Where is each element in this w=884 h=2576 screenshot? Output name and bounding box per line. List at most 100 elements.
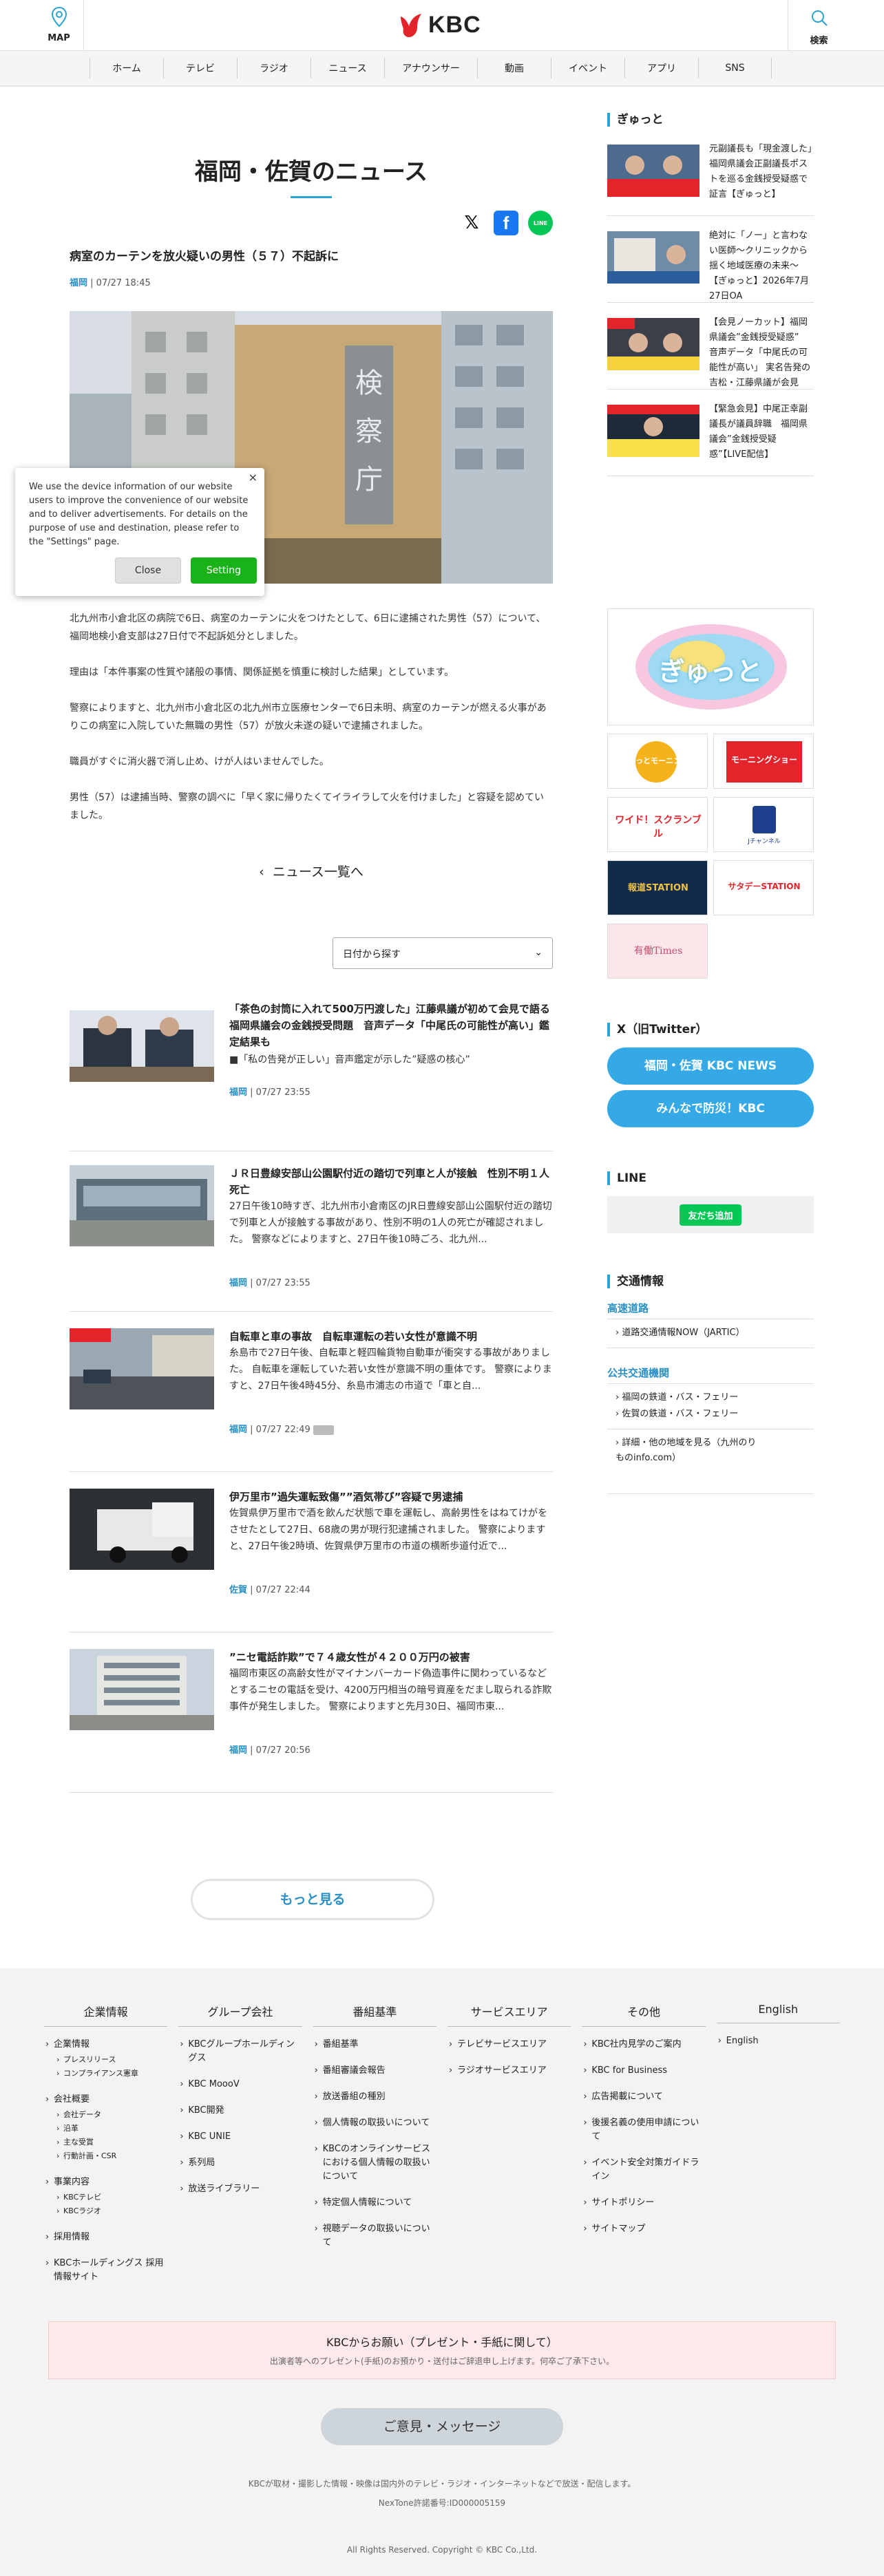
news-desc: ■「私の告発が正しい」音声鑑定が示した”疑惑の核心”	[229, 1054, 470, 1065]
goodmorning-banner[interactable]: ぐっとモーニング	[607, 734, 708, 789]
gyutto-heading: ぎゅっと	[607, 113, 814, 127]
transit-heading[interactable]: 公共交通機関	[607, 1365, 669, 1380]
footer-link[interactable]: 番組審議会報告	[313, 2064, 436, 2078]
footer-link[interactable]: テレビサービスエリア	[448, 2038, 571, 2052]
udotimes-banner[interactable]: 有働Times	[607, 924, 708, 979]
fukuoka-transit-link[interactable]: › 福岡の鉄道・バス・フェリー	[607, 1390, 814, 1405]
map-button[interactable]: MAP	[34, 0, 84, 51]
footer-link[interactable]: English	[717, 2034, 840, 2048]
footer-link[interactable]: 放送番組の種別	[313, 2090, 436, 2104]
nav-tv[interactable]: テレビ	[163, 58, 237, 78]
footer-sublink[interactable]: 主な受賞	[44, 2136, 167, 2149]
nav-app[interactable]: アプリ	[624, 58, 698, 78]
footer-sublink[interactable]: プレスリリース	[44, 2053, 167, 2067]
saga-transit-link[interactable]: › 佐賀の鉄道・バス・フェリー	[607, 1407, 814, 1422]
footer-link[interactable]: 番組基準	[313, 2038, 436, 2052]
footer-link[interactable]: KBCのオンラインサービスにおける個人情報の取扱いについて	[313, 2142, 436, 2184]
footer-link[interactable]: KBC開発	[178, 2104, 302, 2118]
x-bousai-button[interactable]: みんなで防災！KBC	[607, 1090, 814, 1127]
news-meta: 福岡 | 07/27 23:55	[229, 1087, 311, 1098]
footer-link[interactable]: 採用情報	[44, 2231, 167, 2244]
footer-sublink[interactable]: 会社データ	[44, 2108, 167, 2122]
footer-link[interactable]: 個人情報の取扱いについて	[313, 2116, 436, 2130]
saturdaystation-banner[interactable]: サタデーSTATION	[713, 860, 814, 915]
gyutto-item[interactable]: 【緊急会見】中尾正幸副議長が議員辞職 福岡県議会”金銭授受疑惑”【LIVE配信】	[607, 390, 814, 476]
x-kbc-news-button[interactable]: 福岡・佐賀 KBC NEWS	[607, 1047, 814, 1085]
news-pref-link[interactable]: 福岡	[229, 1745, 247, 1756]
footer-link[interactable]: ラジオサービスエリア	[448, 2064, 571, 2078]
line-share-icon[interactable]: LINE	[528, 211, 553, 235]
gyutto-banner[interactable]: ぎゅっと	[607, 608, 814, 725]
more-button[interactable]: もっと見る	[191, 1879, 434, 1920]
jchannel-banner[interactable]: Jチャンネル	[713, 797, 814, 852]
footer-sublink[interactable]: コンプライアンス憲章	[44, 2067, 167, 2080]
footer-link[interactable]: サイトマップ	[582, 2222, 705, 2236]
footer-link[interactable]: KBCグループホールディングス	[178, 2038, 302, 2065]
news-title: ＪＲ日豊線安部山公園駅付近の踏切で列車と人が接触 性別不明１人死亡	[229, 1167, 550, 1196]
morningshow-banner[interactable]: モーニングショー	[713, 734, 814, 789]
news-pref-link[interactable]: 佐賀	[229, 1585, 247, 1595]
notice-title: KBCからお願い（プレゼント・手紙に関して）	[326, 2336, 558, 2349]
more-transit-link[interactable]: › 詳細・他の地域を見る（九州のりものinfo.com）	[607, 1436, 759, 1466]
footer-link[interactable]: KBC MoooV	[178, 2078, 302, 2091]
nav-sns[interactable]: SNS	[698, 58, 772, 78]
news-date: 07/27 22:49	[255, 1425, 311, 1435]
hodostation-banner[interactable]: 報道STATION	[607, 860, 708, 915]
footer-link[interactable]: サイトポリシー	[582, 2196, 705, 2210]
nav-announcer[interactable]: アナウンサー	[384, 58, 477, 78]
cookie-setting-button[interactable]: Setting	[191, 557, 257, 584]
date-select[interactable]: 日付から探す ⌄	[333, 937, 553, 969]
jartic-link[interactable]: › 道路交通情報NOW（JARTIC）	[607, 1326, 814, 1341]
nav-radio[interactable]: ラジオ	[237, 58, 311, 78]
nav-video[interactable]: 動画	[477, 58, 551, 78]
news-item[interactable]: ”ニセ電話詐欺”で７４歳女性が４２００万円の被害 福岡市東区の高齢女性がマイナン…	[70, 1632, 553, 1793]
footer-link[interactable]: 系列局	[178, 2156, 302, 2170]
footer-col-company: 企業情報 企業情報 プレスリリース コンプライアンス憲章 会社概要 会社データ …	[39, 2003, 173, 2297]
facebook-share-icon[interactable]: f	[494, 211, 518, 235]
footer-sublink[interactable]: 沿革	[44, 2122, 167, 2136]
footer-link[interactable]: イベント安全対策ガイドライン	[582, 2156, 705, 2184]
footer-link[interactable]: 後援名義の使用申請について	[582, 2116, 705, 2144]
gyutto-item[interactable]: 元副議長も「現金渡した」福岡県議会正副議長ポストを巡る金銭授受疑惑で証言【ぎゅっ…	[607, 129, 814, 216]
footer-link[interactable]: 会社概要	[44, 2093, 167, 2107]
footer-link[interactable]: 放送ライブラリー	[178, 2182, 302, 2196]
gyutto-item[interactable]: 【会見ノーカット】福岡県議会”金銭授受疑惑” 音声データ「中尾氏の可能性が高い」…	[607, 303, 814, 390]
news-item[interactable]: 伊万里市”過失運転致傷””酒気帯び”容疑で男逮捕 佐賀県伊万里市で酒を飲んだ状態…	[70, 1472, 553, 1632]
news-title: ”ニセ電話詐欺”で７４歳女性が４２００万円の被害	[229, 1651, 470, 1663]
footer-link[interactable]: KBC社内見学のご案内	[582, 2038, 705, 2052]
kbc-logo[interactable]: KBC	[398, 10, 481, 40]
footer-link[interactable]: KBCホールディングス 採用情報サイト	[44, 2257, 167, 2284]
news-item[interactable]: 自転車と車の事故 自転車運転の若い女性が意識不明 糸島市で27日午後、自転車と軽…	[70, 1312, 553, 1472]
nav-event[interactable]: イベント	[551, 58, 624, 78]
news-item[interactable]: 「茶色の封筒に入れて500万円渡した」江藤県議が初めて会見で語る 福岡県議会の金…	[70, 991, 560, 1151]
nav-home[interactable]: ホーム	[90, 58, 163, 78]
opinion-button[interactable]: ご意見・メッセージ	[321, 2408, 563, 2445]
news-item[interactable]: ＪＲ日豊線安部山公園駅付近の踏切で列車と人が接触 性別不明１人死亡 27日午後1…	[70, 1151, 553, 1312]
footer-link[interactable]: 企業情報	[44, 2038, 167, 2052]
back-to-news-link[interactable]: ‹ ニュース一覧へ	[70, 862, 553, 880]
notice-sub: 出演者等へのプレゼント(手紙)のお預かり・送付はご辞退申し上げます。何卒ご了承下…	[269, 2356, 615, 2366]
nav-news[interactable]: ニュース	[311, 58, 384, 78]
cookie-close-button[interactable]: Close	[115, 557, 181, 584]
footer-link[interactable]: KBC UNIE	[178, 2130, 302, 2144]
footer-sublink[interactable]: KBCテレビ	[44, 2191, 167, 2204]
footer-link[interactable]: KBC for Business	[582, 2064, 705, 2078]
search-button[interactable]: 検索	[788, 0, 850, 51]
footer-sublink[interactable]: 行動計画・CSR	[44, 2149, 167, 2163]
news-pref-link[interactable]: 福岡	[229, 1087, 247, 1098]
footer-link[interactable]: 特定個人情報について	[313, 2196, 436, 2210]
footer-link[interactable]: 視聴データの取扱いについて	[313, 2222, 436, 2250]
x-share-icon[interactable]: 𝕏	[459, 211, 484, 235]
traffic-heading: 交通情報	[607, 1275, 664, 1288]
line-add-friend-button[interactable]: 友だち追加	[680, 1204, 741, 1226]
news-pref-link[interactable]: 福岡	[229, 1425, 247, 1435]
close-icon[interactable]: ×	[249, 471, 257, 485]
gyutto-item[interactable]: 絶対に「ノー」と言わない医師～クリニックから揺く地域医療の未来～【ぎゅっと】20…	[607, 216, 814, 303]
article-pref-link[interactable]: 福岡	[70, 278, 87, 288]
widescramble-banner[interactable]: ワイド！スクランブル	[607, 797, 708, 852]
footer-link[interactable]: 広告掲載について	[582, 2090, 705, 2104]
highway-heading[interactable]: 高速道路	[607, 1301, 649, 1315]
news-pref-link[interactable]: 福岡	[229, 1278, 247, 1288]
footer-sublink[interactable]: KBCラジオ	[44, 2204, 167, 2218]
footer-link[interactable]: 事業内容	[44, 2175, 167, 2189]
